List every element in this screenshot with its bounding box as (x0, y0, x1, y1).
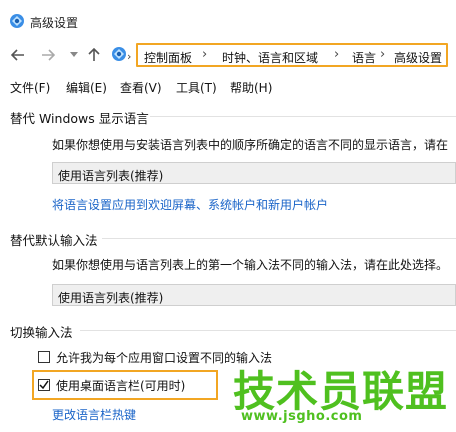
input-method-description: 如果你想使用与语言列表上的第一个输入法不同的输入法，请在此处选择。 (52, 258, 449, 272)
breadcrumb-language[interactable]: 语言 (352, 49, 376, 66)
menu-file[interactable]: 文件(F) (10, 79, 50, 96)
display-language-select[interactable]: 使用语言列表(推荐) (52, 162, 456, 184)
section-title-input-method: 替代默认输入法 (10, 233, 98, 248)
up-arrow-icon[interactable] (86, 47, 102, 63)
breadcrumb-separator-icon[interactable]: › (202, 47, 207, 62)
desktop-language-bar-label: 使用桌面语言栏(可用时) (56, 379, 186, 393)
checkmark-icon (39, 380, 49, 390)
forward-arrow-icon[interactable] (40, 47, 56, 63)
desktop-language-bar-checkbox[interactable] (38, 379, 50, 391)
display-language-description: 如果你想使用与安装语言列表中的顺序所确定的语言不同的显示语言，请在 (52, 138, 449, 152)
section-title-switch-input: 切换输入法 (10, 325, 73, 340)
breadcrumb-control-panel[interactable]: 控制面板 (144, 49, 192, 66)
breadcrumb-separator-icon[interactable]: › (334, 47, 339, 62)
input-method-select-value: 使用语言列表(推荐) (58, 291, 164, 305)
display-language-select-value: 使用语言列表(推荐) (58, 169, 164, 183)
menu-edit[interactable]: 编辑(E) (66, 79, 107, 96)
window-title: 高级设置 (30, 16, 79, 30)
breadcrumb-clock-language-region[interactable]: 时钟、语言和区域 (222, 49, 318, 66)
dropdown-icon[interactable] (66, 47, 82, 63)
section-divider (102, 238, 456, 239)
input-method-select[interactable]: 使用语言列表(推荐) (52, 284, 456, 306)
menu-help[interactable]: 帮助(H) (230, 79, 272, 96)
section-divider (80, 330, 456, 331)
menu-view[interactable]: 查看(V) (120, 79, 162, 96)
control-panel-icon (8, 12, 26, 30)
section-title-display-language: 替代 Windows 显示语言 (10, 111, 149, 126)
per-app-input-checkbox[interactable] (38, 351, 50, 363)
section-divider (150, 116, 456, 117)
breadcrumb-advanced-settings[interactable]: 高级设置 (394, 49, 442, 66)
breadcrumb-separator-icon[interactable]: › (380, 47, 385, 62)
watermark-url: www.jsgho.com (241, 409, 363, 424)
menu-tools[interactable]: 工具(T) (176, 79, 217, 96)
back-arrow-icon[interactable] (10, 47, 26, 63)
change-language-bar-hotkeys-link[interactable]: 更改语言栏热键 (52, 406, 136, 423)
address-bar[interactable]: 控制面板 › 时钟、语言和区域 › 语言 › 高级设置 (136, 43, 448, 67)
location-chevron-icon[interactable]: › (127, 50, 131, 63)
apply-language-settings-link[interactable]: 将语言设置应用到欢迎屏幕、系统帐户和新用户帐户 (52, 196, 328, 213)
menu-bar: 文件(F) 编辑(E) 查看(V) 工具(T) 帮助(H) (0, 74, 456, 96)
